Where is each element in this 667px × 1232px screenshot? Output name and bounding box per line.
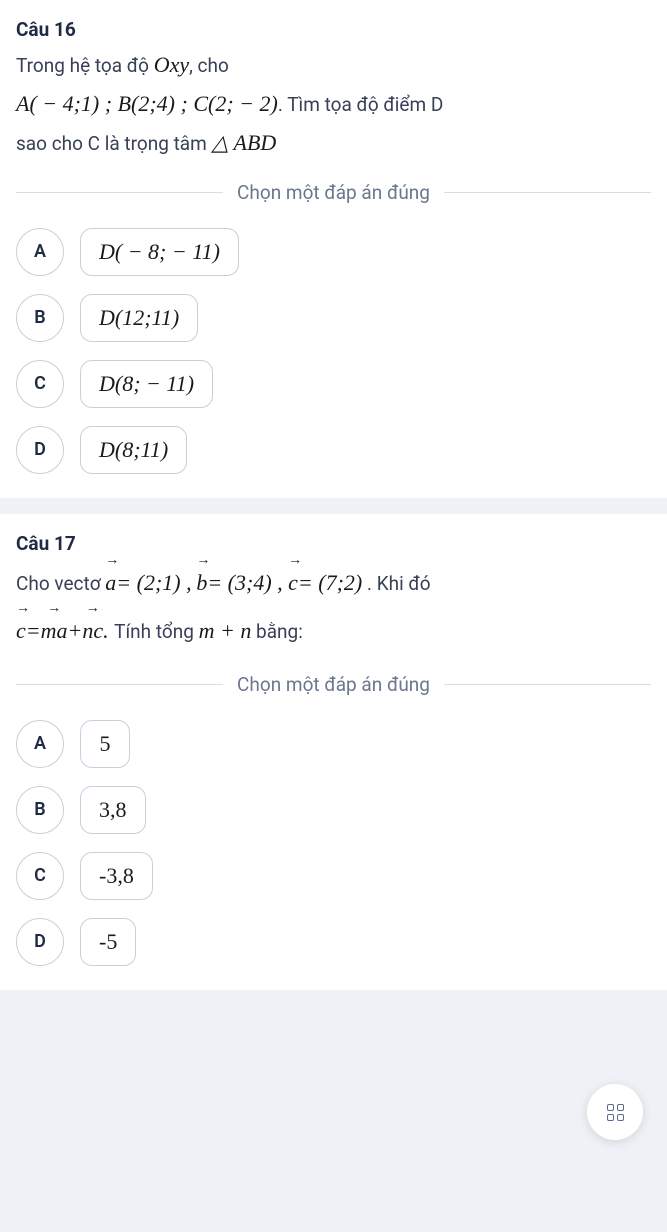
option-row[interactable]: B D(12;11) — [16, 294, 651, 342]
options-list: A 5 B 3,8 C -3,8 D -5 — [16, 720, 651, 966]
vec-c: c= (7;2) — [288, 570, 362, 595]
option-row[interactable]: D -5 — [16, 918, 651, 966]
option-row[interactable]: A 5 — [16, 720, 651, 768]
option-row[interactable]: B 3,8 — [16, 786, 651, 834]
option-letter[interactable]: B — [16, 786, 64, 834]
question-body: Trong hệ tọa độ Oxy, cho A( − 4;1) ; B(2… — [16, 47, 651, 161]
option-letter[interactable]: D — [16, 918, 64, 966]
question-body: Cho vectơ a= (2;1) , b= (3;4) , c= (7;2)… — [16, 561, 651, 653]
option-letter[interactable]: A — [16, 228, 64, 276]
text: Tính tổng — [114, 620, 198, 643]
text: Cho vectơ — [16, 572, 105, 595]
option-value[interactable]: D(8; − 11) — [80, 360, 213, 408]
prompt-divider: Chọn một đáp án đúng — [16, 181, 651, 204]
option-row[interactable]: D D(8;11) — [16, 426, 651, 474]
text-line: sao cho C là trọng tâm △ ABD — [16, 125, 651, 160]
text: , cho — [189, 54, 229, 77]
option-value[interactable]: -5 — [80, 918, 136, 966]
text: . Khi đó — [367, 572, 431, 595]
option-row[interactable]: A D( − 8; − 11) — [16, 228, 651, 276]
option-value[interactable]: D(8;11) — [80, 426, 187, 474]
option-value[interactable]: D( − 8; − 11) — [80, 228, 239, 276]
text: bằng: — [251, 620, 302, 643]
vec-a: a= (2;1) , — [105, 570, 191, 595]
text: . Tìm tọa độ điểm D — [278, 93, 443, 116]
question-card-16: Câu 16 Trong hệ tọa độ Oxy, cho A( − 4;1… — [0, 0, 667, 498]
math-triangle: △ ABD — [212, 130, 277, 155]
question-card-17: Câu 17 Cho vectơ a= (2;1) , b= (3;4) , c… — [0, 514, 667, 990]
option-letter[interactable]: C — [16, 360, 64, 408]
question-title: Câu 16 — [16, 18, 651, 41]
math-mn: m + n — [199, 618, 252, 643]
option-letter[interactable]: A — [16, 720, 64, 768]
options-list: A D( − 8; − 11) B D(12;11) C D(8; − 11) … — [16, 228, 651, 474]
vec-b: b= (3;4) , — [196, 570, 288, 595]
divider-line — [16, 684, 223, 685]
option-value[interactable]: -3,8 — [80, 852, 153, 900]
math-line: c=ma+nc. Tính tổng m + n bằng: — [16, 609, 651, 653]
text: sao cho C là trọng tâm — [16, 132, 212, 155]
text: Trong hệ tọa độ — [16, 54, 154, 77]
prompt-divider: Chọn một đáp án đúng — [16, 673, 651, 696]
option-value[interactable]: 3,8 — [80, 786, 146, 834]
option-value[interactable]: D(12;11) — [80, 294, 198, 342]
option-letter[interactable]: C — [16, 852, 64, 900]
prompt-text: Chọn một đáp án đúng — [223, 181, 444, 204]
grid-menu-button[interactable] — [587, 1084, 643, 1140]
divider-line — [16, 192, 223, 193]
vec-equation: c=ma+nc. — [16, 618, 114, 643]
divider-line — [444, 192, 651, 193]
math-line: Cho vectơ a= (2;1) , b= (3;4) , c= (7;2)… — [16, 561, 651, 605]
math-oxy: Oxy — [154, 52, 189, 77]
option-row[interactable]: C D(8; − 11) — [16, 360, 651, 408]
prompt-text: Chọn một đáp án đúng — [223, 673, 444, 696]
option-value[interactable]: 5 — [80, 720, 130, 768]
option-row[interactable]: C -3,8 — [16, 852, 651, 900]
option-letter[interactable]: D — [16, 426, 64, 474]
math-line: A( − 4;1) ; B(2;4) ; C(2; − 2). Tìm tọa … — [16, 86, 651, 121]
option-letter[interactable]: B — [16, 294, 64, 342]
grid-icon — [607, 1104, 624, 1121]
math-points: A( − 4;1) ; B(2;4) ; C(2; − 2) — [16, 91, 278, 116]
divider-line — [444, 684, 651, 685]
